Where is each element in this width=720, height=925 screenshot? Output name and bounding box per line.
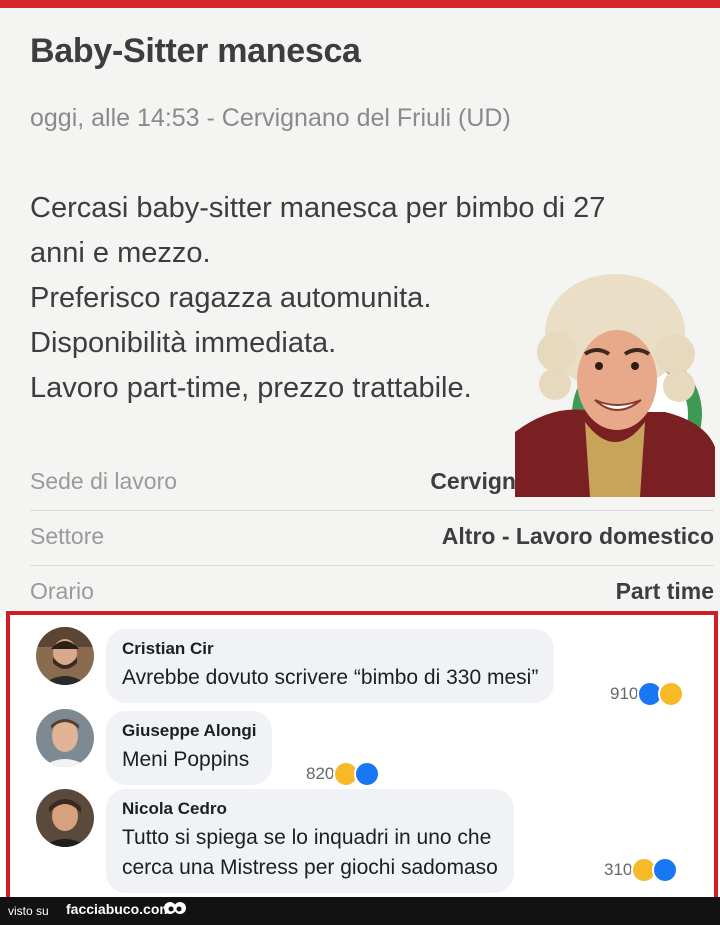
comment-bubble: Giuseppe Alongi Meni Poppins	[106, 711, 273, 785]
comment-author[interactable]: Giuseppe Alongi	[122, 721, 256, 741]
comment-text: Avrebbe dovuto scrivere “bimbo di 330 me…	[122, 666, 539, 689]
detail-label: Settore	[30, 523, 105, 549]
avatar[interactable]	[36, 709, 94, 767]
wig-man-illustration	[515, 274, 715, 497]
detail-label: Orario	[30, 578, 94, 604]
detail-row-settore: Settore Altro - Lavoro domestico	[30, 511, 714, 566]
detail-value: Part time	[615, 578, 714, 604]
comment-author[interactable]: Cristian Cir	[122, 639, 538, 659]
comment-bubble: Nicola Cedro Tutto si spiega se lo inqua…	[106, 789, 514, 893]
comment-author[interactable]: Nicola Cedro	[122, 799, 498, 819]
reaction-summary[interactable]: 310	[604, 857, 679, 883]
like-icon	[652, 857, 679, 883]
avatar-photo	[36, 627, 94, 685]
haha-icon	[658, 681, 685, 707]
footer-bar: visto su facciabuco.com	[0, 897, 720, 925]
avatar[interactable]	[36, 627, 94, 685]
footer-brand[interactable]: facciabuco.com	[66, 901, 172, 917]
avatar-photo	[36, 789, 94, 847]
comment-text: Meni Poppins	[122, 748, 250, 771]
reaction-count: 910	[610, 684, 639, 703]
reaction-summary[interactable]: 820	[306, 761, 381, 787]
comment-text: cerca una Mistress per giochi sadomaso	[122, 856, 498, 879]
detail-label: Sede di lavoro	[30, 468, 178, 494]
reaction-count: 310	[604, 860, 633, 879]
top-accent-bar	[0, 0, 720, 8]
ad-meta: oggi, alle 14:53 - Cervignano del Friuli…	[30, 104, 511, 132]
avatar[interactable]	[36, 789, 94, 847]
reaction-count: 820	[306, 764, 335, 783]
ad-description-line: Cercasi baby-sitter manesca per bimbo di…	[30, 192, 606, 224]
reaction-summary[interactable]: 910	[610, 681, 685, 707]
eyes-logo-icon	[164, 902, 186, 914]
comment-text: Tutto si spiega se lo inquadri in uno ch…	[122, 826, 492, 849]
face	[577, 330, 657, 430]
like-icon	[354, 761, 381, 787]
comments-section: Cristian Cir Avrebbe dovuto scrivere “bi…	[6, 611, 718, 901]
footer-visto-su: visto su	[8, 904, 49, 918]
ad-title: Baby-Sitter manesca	[30, 32, 361, 70]
detail-value: Altro - Lavoro domestico	[441, 523, 714, 549]
comment-bubble: Cristian Cir Avrebbe dovuto scrivere “bi…	[106, 629, 555, 703]
avatar-photo	[36, 709, 94, 767]
